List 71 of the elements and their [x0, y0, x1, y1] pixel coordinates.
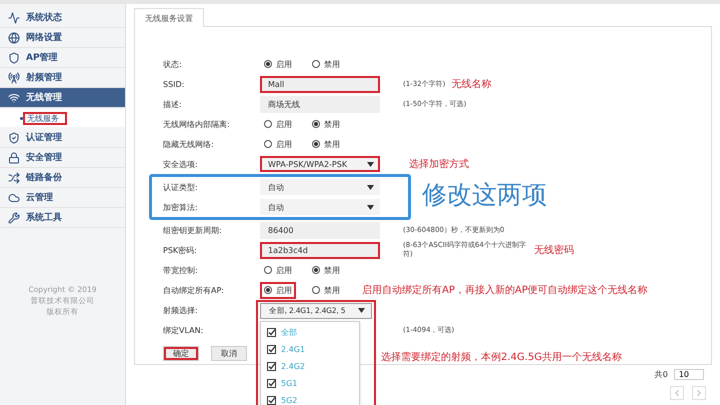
input-field[interactable]: 86400 [260, 222, 380, 238]
sidebar-item[interactable]: 系统工具 [0, 208, 125, 228]
checkbox[interactable] [267, 344, 276, 354]
radio-option[interactable]: 禁用 [308, 136, 344, 152]
radio-option[interactable]: 禁用 [308, 116, 344, 132]
field-label: PSK密码: [163, 244, 198, 256]
wrench-icon [8, 212, 20, 224]
radio-option[interactable]: 启用 [260, 56, 296, 72]
dropdown[interactable]: 自动 [260, 179, 380, 195]
annotation-text: 无线密码 [534, 244, 574, 257]
lock-icon [8, 152, 20, 164]
shield-check-icon [8, 132, 20, 144]
caret-icon [367, 162, 374, 166]
input-field[interactable]: Mall [260, 76, 380, 92]
caret-icon [367, 184, 374, 190]
field-label: 状态: [163, 58, 183, 70]
form-button[interactable]: 取消 [211, 346, 247, 361]
sidebar-item[interactable]: AP管理 [0, 48, 125, 68]
form-button[interactable]: 确定 [163, 346, 199, 361]
sidebar-item[interactable]: 系统状态 [0, 8, 125, 28]
annotation-text: 选择需要绑定的射频，本例2.4G.5G共用一个无线名称 [381, 350, 622, 364]
field-label: 自动绑定所有AP: [163, 284, 225, 296]
checkbox[interactable] [267, 362, 276, 370]
annotation-text: 选择加密方式 [409, 158, 469, 171]
sidebar-item[interactable]: 认证管理 [0, 128, 125, 148]
annotation-text: 启用自动绑定所有AP，再接入新的AP便可自动绑定这个无线名称 [362, 284, 648, 297]
sidebar-item[interactable]: 云管理 [0, 188, 125, 208]
shield-icon [8, 52, 20, 64]
field-label: 射频选择: [163, 304, 199, 316]
cloud-icon [8, 192, 20, 204]
field-label: 隐藏无线网络: [163, 138, 215, 150]
dropdown[interactable]: WPA-PSK/WPA2-PSK [260, 156, 380, 172]
antenna-icon [8, 72, 20, 84]
field-label: 描述: [163, 98, 183, 110]
field-label: 安全选项: [163, 158, 199, 170]
checkbox[interactable] [267, 378, 276, 388]
field-label: 无线网络内部隔离: [163, 118, 231, 130]
radio-option[interactable]: 禁用 [308, 262, 344, 278]
sidebar-item[interactable]: 链路备份 [0, 168, 125, 188]
field-label: 组密钥更新周期: [163, 224, 223, 236]
sidebar-item[interactable]: 安全管理 [0, 148, 125, 168]
dropdown[interactable]: 自动 [260, 199, 380, 215]
bullet-icon [20, 116, 23, 120]
radio-option[interactable]: 启用 [260, 136, 296, 152]
field-label: 带宽控制: [163, 264, 199, 276]
annotation-text: 无线名称 [451, 78, 492, 91]
caret-icon [358, 308, 365, 313]
checkbox[interactable] [267, 396, 276, 404]
checkbox[interactable] [267, 328, 276, 336]
field-label: 加密算法: [163, 202, 199, 212]
field-label: 绑定VLAN: [163, 324, 204, 336]
radio-option[interactable]: 禁用 [308, 56, 344, 72]
radio-option[interactable]: 启用 [260, 262, 296, 278]
input-field[interactable]: 商场无线 [260, 96, 380, 112]
shuffle-icon [8, 172, 20, 184]
wifi-icon [8, 92, 20, 104]
field-label: 认证类型: [163, 182, 199, 192]
input-field[interactable]: 1a2b3c4d [260, 242, 380, 258]
caret-icon [367, 204, 374, 210]
annotation-text: 修改这两项 [422, 179, 547, 211]
radio-option[interactable]: 禁用 [308, 282, 344, 298]
sidebar-item[interactable]: 网络设置 [0, 28, 125, 48]
radio-option[interactable]: 启用 [260, 282, 296, 298]
record-count: 共0 [654, 369, 668, 380]
field-label: SSID: [163, 80, 186, 88]
page-size-field[interactable]: 10 [674, 369, 704, 380]
tab[interactable]: 无线服务设置 [134, 8, 204, 27]
globe-icon [8, 32, 20, 44]
radio-option[interactable]: 启用 [260, 116, 296, 132]
sidebar-item[interactable]: 无线管理 [0, 88, 125, 108]
chart-line-icon [8, 12, 20, 24]
